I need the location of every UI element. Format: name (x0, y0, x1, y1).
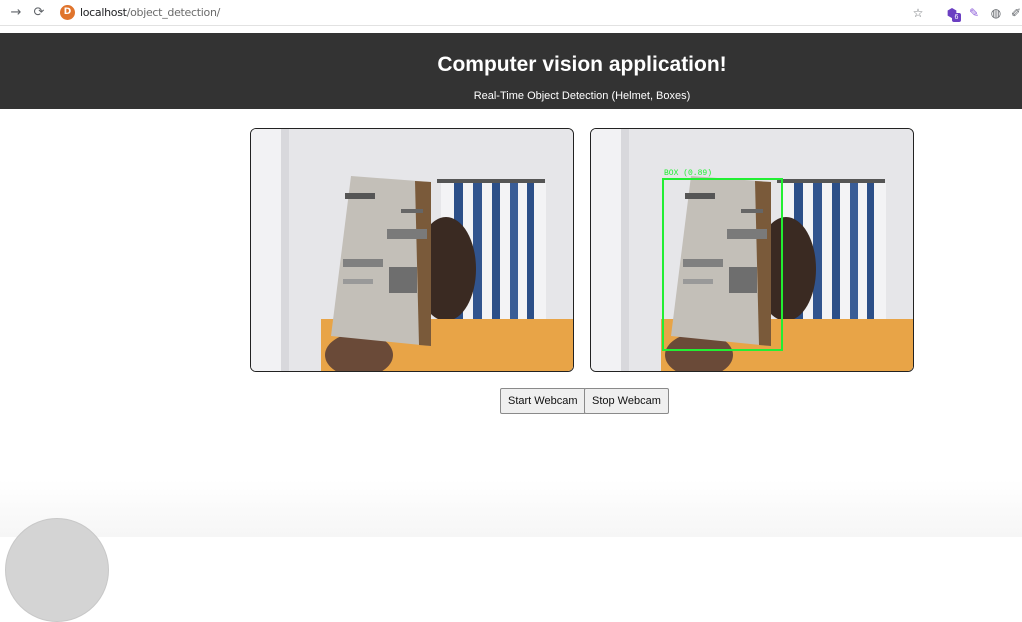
url-path: /object_detection/ (126, 6, 221, 19)
bookmark-star-icon[interactable]: ☆ (910, 5, 926, 21)
page-subtitle: Real-Time Object Detection (Helmet, Boxe… (473, 90, 691, 102)
pen-extension-icon[interactable]: ✎ (966, 5, 982, 21)
address-bar[interactable]: localhost/object_detection/ (80, 6, 220, 19)
stop-webcam-button[interactable]: Stop Webcam (584, 388, 669, 414)
webcam-feed (250, 128, 574, 372)
reload-icon[interactable]: ⟳ (31, 5, 47, 21)
edit-extension-icon[interactable]: ✐ (1008, 5, 1022, 21)
floating-avatar[interactable] (5, 518, 109, 622)
extension-count-badge: 6 (952, 13, 961, 22)
browser-toolbar: → ⟳ D localhost/object_detection/ ☆ ⬢ 6 … (0, 0, 1022, 26)
url-host: localhost (80, 6, 127, 19)
forward-icon[interactable]: → (8, 5, 24, 21)
detection-feed: BOX (0.89) (590, 128, 914, 372)
detection-label: BOX (0.89) (664, 169, 712, 178)
page-bottom-region (0, 480, 1022, 537)
page-title: Computer vision application! (437, 53, 727, 76)
start-webcam-button[interactable]: Start Webcam (500, 388, 586, 414)
shield-extension-icon[interactable]: ◍ (988, 5, 1004, 21)
site-favicon-icon: D (60, 5, 75, 20)
app-header: Computer vision application! Real-Time O… (0, 33, 1022, 109)
